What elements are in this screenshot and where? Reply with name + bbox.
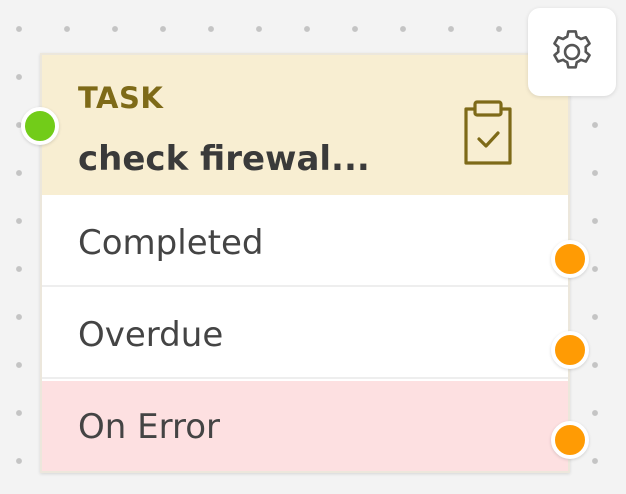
output-port-completed[interactable] xyxy=(551,240,589,278)
task-name: check firewal... xyxy=(78,139,370,179)
task-node[interactable]: TASK check firewal... Completed Overdue … xyxy=(40,53,570,473)
output-row-completed[interactable]: Completed xyxy=(42,197,568,287)
output-port-overdue[interactable] xyxy=(551,331,589,369)
output-row-on-error[interactable]: On Error xyxy=(42,381,568,471)
output-label-overdue: Overdue xyxy=(78,315,224,355)
output-port-on-error[interactable] xyxy=(551,421,589,459)
node-type-label: TASK xyxy=(78,81,164,115)
node-settings-button[interactable] xyxy=(528,8,616,96)
clipboard-check-icon xyxy=(460,99,516,167)
gear-icon xyxy=(553,30,591,69)
output-label-completed: Completed xyxy=(78,223,264,263)
workflow-canvas[interactable]: TASK check firewal... Completed Overdue … xyxy=(0,0,626,494)
output-label-on-error: On Error xyxy=(78,407,220,447)
input-port[interactable] xyxy=(21,107,59,145)
task-node-header[interactable]: TASK check firewal... xyxy=(42,55,568,195)
output-row-overdue[interactable]: Overdue xyxy=(42,289,568,379)
